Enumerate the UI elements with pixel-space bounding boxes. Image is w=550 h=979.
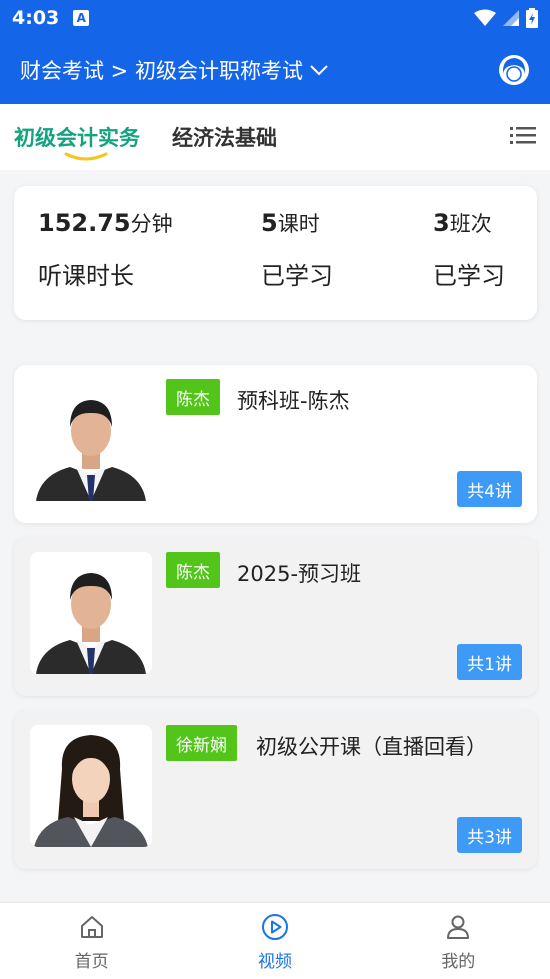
menu-button[interactable] — [510, 125, 536, 149]
user-avatar-icon — [499, 55, 529, 85]
list-menu-icon — [510, 127, 536, 144]
tab-economic-law[interactable]: 经济法基础 — [172, 122, 277, 152]
subject-tabs: 初级会计实务 经济法基础 — [0, 104, 550, 170]
teacher-photo — [30, 379, 152, 501]
play-icon — [261, 914, 288, 940]
stat-classes: 3班次 已学习 — [433, 208, 505, 291]
breadcrumb-text: 财会考试 > 初级会计职称考试 — [20, 59, 303, 83]
stat-unit: 课时 — [277, 212, 320, 236]
stat-unit: 分钟 — [130, 212, 173, 236]
stat-unit: 班次 — [449, 212, 492, 236]
nav-label: 我的 — [441, 952, 476, 972]
chevron-down-icon — [310, 65, 328, 76]
course-card[interactable]: 陈杰 2025-预习班 共1讲 — [14, 538, 537, 696]
status-indicators — [474, 8, 538, 28]
battery-icon — [526, 8, 538, 28]
course-card[interactable]: 徐新娴 初级公开课（直播回看） 共3讲 — [14, 711, 537, 869]
profile-icon — [447, 915, 470, 939]
user-avatar-button[interactable] — [498, 54, 530, 86]
nav-home[interactable]: 首页 — [0, 903, 183, 979]
home-icon — [80, 916, 103, 938]
teacher-tag: 陈杰 — [166, 379, 220, 415]
status-bar: 4:03 A — [0, 0, 550, 36]
tab-label: 经济法基础 — [172, 126, 277, 150]
stat-label: 听课时长 — [38, 262, 134, 290]
active-tab-indicator — [64, 152, 108, 161]
nav-label: 首页 — [74, 952, 109, 972]
course-title: 2025-预习班 — [237, 562, 362, 586]
nav-label: 视频 — [257, 952, 292, 972]
tab-label: 初级会计实务 — [14, 126, 140, 150]
stat-lessons: 5课时 已学习 — [261, 208, 333, 291]
stat-listen-time: 152.75分钟 听课时长 — [38, 208, 173, 291]
stat-value: 152.75 — [38, 209, 131, 237]
nav-video[interactable]: 视频 — [183, 903, 366, 979]
signal-icon — [503, 10, 519, 26]
stat-label: 已学习 — [433, 262, 505, 290]
stat-value: 3 — [433, 209, 450, 237]
exam-selector[interactable]: 财会考试 > 初级会计职称考试 — [20, 55, 329, 85]
bottom-nav: 首页 视频 我的 — [0, 902, 550, 979]
status-time: 4:03 — [12, 7, 60, 29]
lesson-count-badge: 共1讲 — [457, 644, 522, 680]
course-card[interactable]: 陈杰 预科班-陈杰 共4讲 — [14, 365, 537, 523]
lesson-count-badge: 共3讲 — [457, 817, 522, 853]
teacher-photo — [30, 725, 152, 847]
notification-icon: A — [73, 10, 90, 26]
stat-label: 已学习 — [261, 262, 333, 290]
teacher-tag: 徐新娴 — [166, 725, 237, 761]
teacher-tag: 陈杰 — [166, 552, 220, 588]
teacher-photo — [30, 552, 152, 674]
study-stats-card: 152.75分钟 听课时长 5课时 已学习 3班次 已学习 — [14, 186, 537, 320]
course-title: 预科班-陈杰 — [237, 389, 350, 413]
stat-value: 5 — [261, 209, 278, 237]
app-header: 财会考试 > 初级会计职称考试 — [0, 36, 550, 104]
wifi-icon — [474, 9, 496, 26]
nav-profile[interactable]: 我的 — [367, 903, 550, 979]
lesson-count-badge: 共4讲 — [457, 471, 522, 507]
tab-practice[interactable]: 初级会计实务 — [14, 122, 140, 161]
course-title: 初级公开课（直播回看） — [256, 735, 487, 759]
